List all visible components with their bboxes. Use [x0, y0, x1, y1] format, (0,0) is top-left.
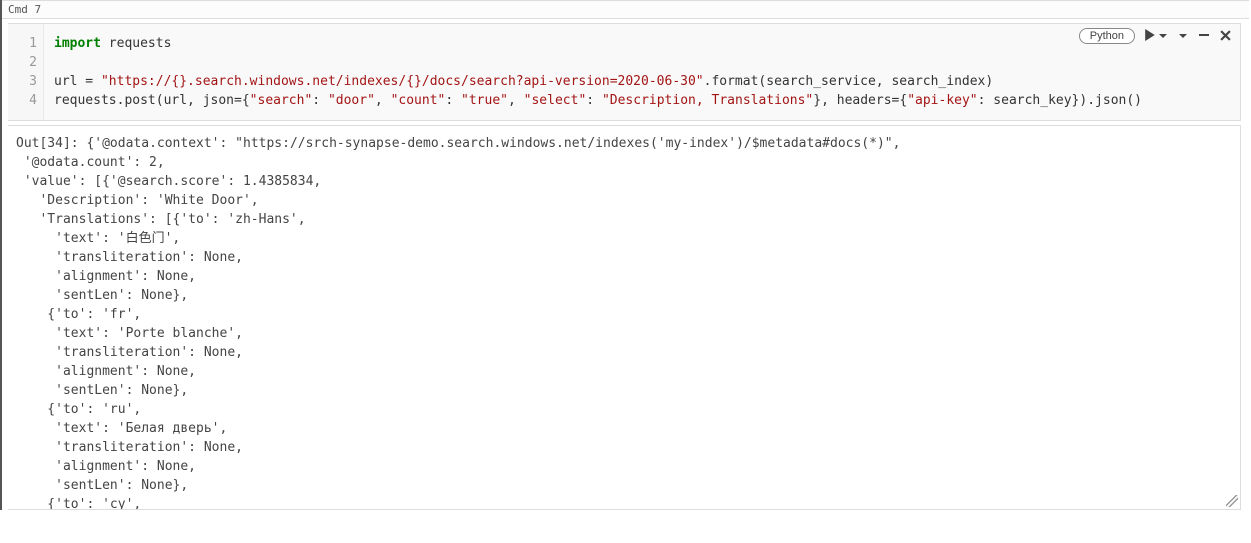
- line-number: 4: [8, 91, 37, 110]
- output-cell: Out[34]: {'@odata.context': "https://src…: [8, 125, 1241, 510]
- output-prompt: Out[34]:: [16, 136, 86, 151]
- line-number: 2: [8, 53, 37, 72]
- code-editor[interactable]: import requests url = "https://{}.search…: [44, 24, 1240, 120]
- run-cell-icon[interactable]: [1143, 29, 1157, 43]
- code-input-cell[interactable]: 1 2 3 4 import requests url = "https://{…: [8, 23, 1241, 121]
- run-menu-chevron-icon[interactable]: [1157, 29, 1169, 43]
- close-icon[interactable]: [1219, 29, 1232, 43]
- line-number: 3: [8, 72, 37, 91]
- minimize-icon[interactable]: [1197, 29, 1211, 43]
- move-down-chevron-icon[interactable]: [1177, 29, 1189, 43]
- cell-toolbar: Python: [1079, 28, 1232, 44]
- kernel-selector[interactable]: Python: [1079, 28, 1135, 44]
- line-number: 1: [8, 34, 37, 53]
- resize-handle-icon[interactable]: [1226, 495, 1238, 507]
- output-body: {'@odata.context': "https://srch-synapse…: [16, 136, 900, 510]
- code-keyword: import: [54, 36, 101, 51]
- cell-label: Cmd 7: [2, 0, 1249, 19]
- line-number-gutter: 1 2 3 4: [8, 24, 44, 120]
- notebook-cell: Cmd 7 1 2 3 4 import requests url = "htt…: [0, 0, 1249, 510]
